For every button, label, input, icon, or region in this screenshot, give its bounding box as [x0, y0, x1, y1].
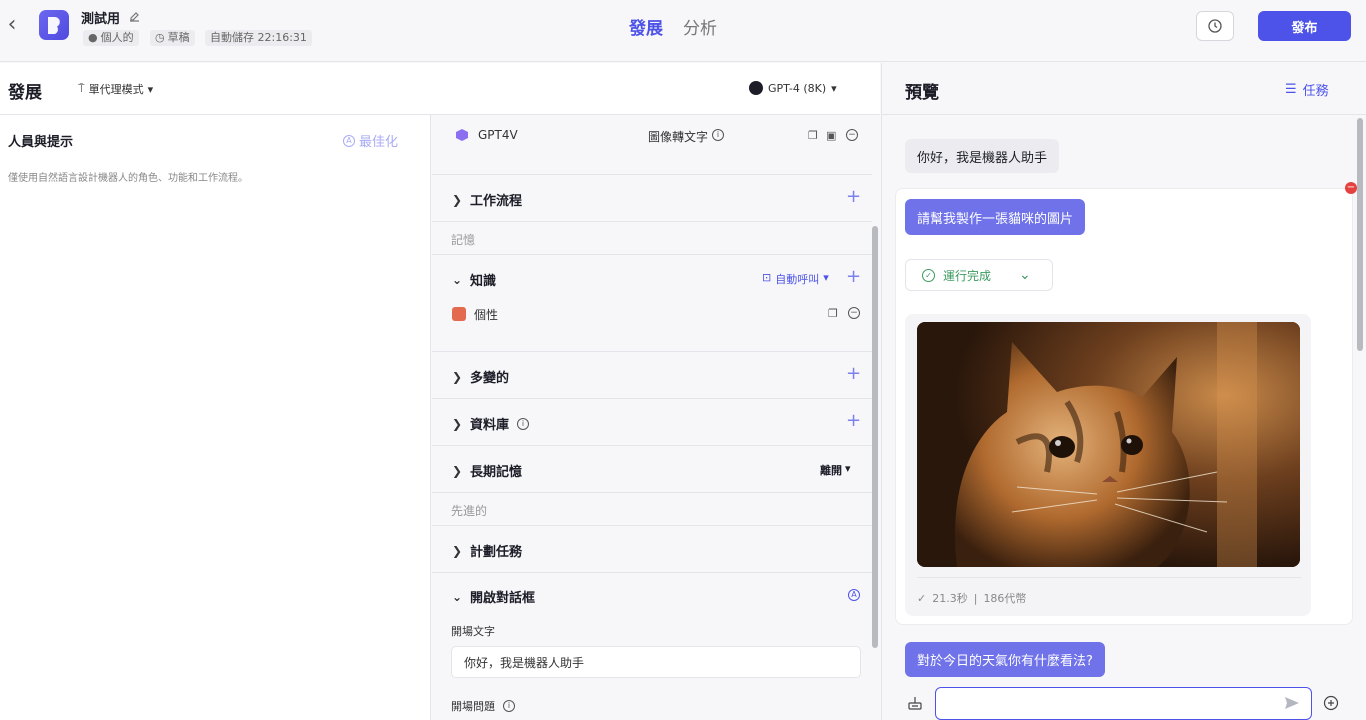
chevron-right-icon: ❯ — [452, 463, 463, 478]
caret-down-icon: ▾ — [831, 81, 837, 95]
copy-icon[interactable]: ❐ — [808, 129, 818, 142]
user-message: 對於今日的天氣你有什麼看法? — [905, 642, 1105, 677]
mode-icon: ⍑ — [78, 82, 85, 95]
plan-section[interactable]: ❯ 計劃任務 — [432, 526, 872, 573]
dev-title: 發展 — [8, 83, 42, 103]
broom-icon[interactable] — [906, 694, 924, 712]
long-memory-section[interactable]: ❯ 長期記憶 離開 ▾ — [432, 446, 872, 493]
image-icon[interactable]: ▣ — [826, 129, 836, 142]
divider — [881, 114, 1366, 115]
knowledge-item[interactable]: 個性 — [474, 306, 498, 323]
tab-develop[interactable]: 發展 — [629, 14, 663, 39]
opening-question-label: 開場問題 i — [451, 698, 515, 714]
knowledge-item-icon — [452, 307, 466, 321]
checklist-icon: ☰ — [1285, 82, 1297, 97]
auto-call-select[interactable]: ⊡ 自動呼叫 ▾ — [762, 271, 829, 287]
remove-icon[interactable]: − — [1345, 182, 1357, 194]
plugin-section: GPT4V 圖像轉文字 i ❐ ▣ − — [432, 115, 872, 175]
app-logo — [39, 10, 69, 40]
optimize-button[interactable]: A 最佳化 — [343, 131, 398, 150]
history-icon — [1208, 19, 1222, 33]
task-button[interactable]: ☰ 任務 — [1285, 80, 1329, 99]
mode-select[interactable]: ⍑ 單代理模式 ▾ — [78, 81, 153, 97]
opening-text-input[interactable]: 你好，我是機器人助手 — [451, 646, 861, 678]
chevron-down-icon: ⌄ — [452, 272, 463, 287]
run-status[interactable]: ✓ 運行完成 ⌄ — [905, 259, 1053, 291]
skills-panel: GPT4V 圖像轉文字 i ❐ ▣ − ❯ 工作流程 + 記憶 ⌄ 知識 ⊡ 自動呼叫… — [432, 115, 880, 720]
chat-input[interactable] — [935, 687, 1312, 720]
plugin-desc: 圖像轉文字 — [648, 130, 709, 144]
info-icon[interactable]: i — [503, 700, 515, 712]
tag-draft: ◷ 草稿 — [150, 30, 195, 46]
generated-cat-image[interactable] — [917, 322, 1300, 567]
send-icon[interactable] — [1284, 695, 1300, 711]
advanced-group: 先進的 — [432, 493, 872, 526]
tag-autosave: 自動儲存 22:16:31 — [205, 30, 312, 46]
divider — [917, 577, 1301, 578]
add-workflow-icon[interactable]: + — [846, 188, 861, 206]
optimize-icon: A — [343, 134, 355, 147]
knowledge-section[interactable]: ⌄ 知識 ⊡ 自動呼叫 ▾ + 個性 ❐ − — [432, 255, 872, 352]
auto-call-icon: ⊡ — [762, 271, 772, 284]
variables-section[interactable]: ❯ 多變的 + — [432, 352, 872, 399]
user-icon: ● — [88, 31, 98, 44]
add-circle-icon[interactable] — [1323, 695, 1339, 711]
caret-down-icon: ▾ — [147, 82, 154, 96]
back-icon[interactable]: ‹ — [4, 14, 20, 36]
preview-title: 預覽 — [905, 83, 939, 103]
app-title: 測試用 — [81, 12, 121, 27]
chevron-right-icon: ❯ — [452, 192, 463, 207]
model-select[interactable]: GPT-4 (8K) ▾ — [749, 81, 837, 95]
publish-button[interactable]: 發布 — [1258, 11, 1351, 41]
info-icon[interactable]: i — [712, 129, 724, 141]
workflow-section[interactable]: ❯ 工作流程 + — [432, 175, 872, 222]
tag-personal: ● 個人的 — [83, 30, 139, 46]
user-message: 請幫我製作一張貓咪的圖片 — [905, 199, 1086, 235]
preview-scrollbar[interactable] — [1357, 118, 1363, 351]
chevron-down-icon: ⌄ — [452, 589, 463, 604]
chevron-down-icon: ⌄ — [1019, 267, 1031, 283]
result-meta: ✓ 21.3秒 | 186代幣 — [917, 591, 1027, 606]
plugin-name: GPT4V — [478, 128, 518, 142]
database-section[interactable]: ❯ 資料庫 i + — [432, 399, 872, 446]
edit-icon[interactable] — [127, 9, 141, 23]
long-memory-select[interactable]: 離開 ▾ — [820, 462, 851, 478]
memory-group: 記憶 — [432, 222, 872, 255]
opening-section[interactable]: ⌄ 開啟對話框 A 開場文字 你好，我是機器人助手 開場問題 i — [432, 573, 872, 720]
opening-text-label: 開場文字 — [451, 625, 495, 638]
chevron-right-icon: ❯ — [452, 543, 463, 558]
add-variable-icon[interactable]: + — [846, 365, 861, 383]
tab-analysis[interactable]: 分析 — [683, 14, 717, 39]
skills-scrollbar[interactable] — [872, 226, 878, 648]
clock-icon: ◷ — [155, 31, 165, 44]
persona-title: 人員與提示 — [8, 135, 74, 150]
chevron-right-icon: ❯ — [452, 416, 463, 431]
history-button[interactable] — [1196, 11, 1234, 41]
persona-textarea[interactable]: 僅使用自然語言設計機器人的角色、功能和工作流程。 — [8, 169, 248, 184]
remove-icon[interactable]: − — [848, 307, 860, 319]
add-knowledge-icon[interactable]: + — [846, 268, 861, 286]
remove-icon[interactable]: − — [846, 129, 858, 141]
openai-icon — [749, 81, 763, 95]
check-circle-icon: ✓ — [922, 268, 935, 282]
info-icon[interactable]: i — [517, 417, 530, 430]
persona-panel — [0, 63, 431, 720]
optimize-icon[interactable]: A — [848, 589, 860, 601]
bot-message: 你好，我是機器人助手 — [905, 139, 1060, 173]
plugin-icon — [456, 129, 468, 141]
check-icon: ✓ — [917, 591, 927, 605]
add-database-icon[interactable]: + — [846, 412, 861, 430]
chevron-right-icon: ❯ — [452, 369, 463, 384]
copy-icon[interactable]: ❐ — [828, 307, 838, 320]
